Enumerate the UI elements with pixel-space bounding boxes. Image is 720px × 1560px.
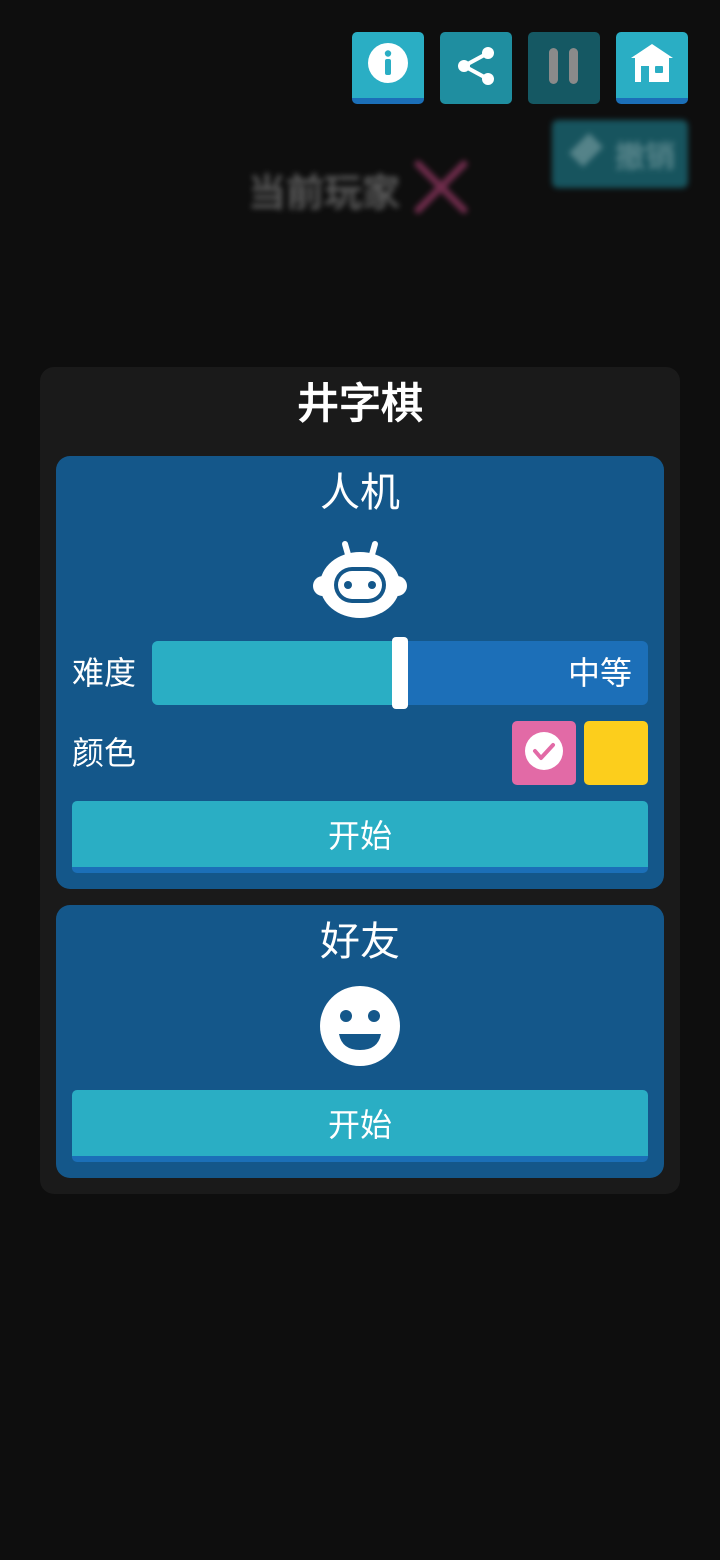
robot-icon <box>312 540 408 622</box>
difficulty-slider-fill <box>152 641 400 705</box>
dialog-title: 井字棋 <box>296 379 423 428</box>
friend-mode-title: 好友 <box>320 919 400 965</box>
checkmark-icon <box>524 731 564 775</box>
share-icon <box>454 44 498 92</box>
pause-button[interactable] <box>528 32 600 104</box>
x-mark-icon <box>412 158 470 220</box>
share-button[interactable] <box>440 32 512 104</box>
info-icon <box>367 42 409 88</box>
home-button[interactable] <box>616 32 688 104</box>
difficulty-label: 难度 <box>72 654 137 692</box>
current-player-indicator: 当前玩家 <box>248 158 470 220</box>
pause-icon <box>546 46 582 90</box>
eraser-icon <box>565 129 607 179</box>
ai-start-button[interactable]: 开始 <box>72 801 648 873</box>
color-option-pink[interactable] <box>512 721 576 785</box>
game-screen: 当前玩家 撤销 井字棋 人机 难度 中等 颜色 开始 好友 开始 <box>0 0 720 1560</box>
difficulty-slider[interactable]: 中等 <box>152 637 648 709</box>
friend-start-button[interactable]: 开始 <box>72 1090 648 1162</box>
undo-button: 撤销 <box>552 120 688 188</box>
color-option-yellow[interactable] <box>584 721 648 785</box>
color-label: 颜色 <box>72 734 137 772</box>
current-player-label: 当前玩家 <box>248 170 401 215</box>
difficulty-value: 中等 <box>567 654 632 692</box>
ai-mode-title: 人机 <box>320 470 400 516</box>
difficulty-slider-thumb[interactable] <box>392 637 408 709</box>
undo-label: 撤销 <box>615 140 675 175</box>
smiley-face-icon <box>320 986 400 1070</box>
info-button[interactable] <box>352 32 424 104</box>
home-icon <box>629 42 675 88</box>
